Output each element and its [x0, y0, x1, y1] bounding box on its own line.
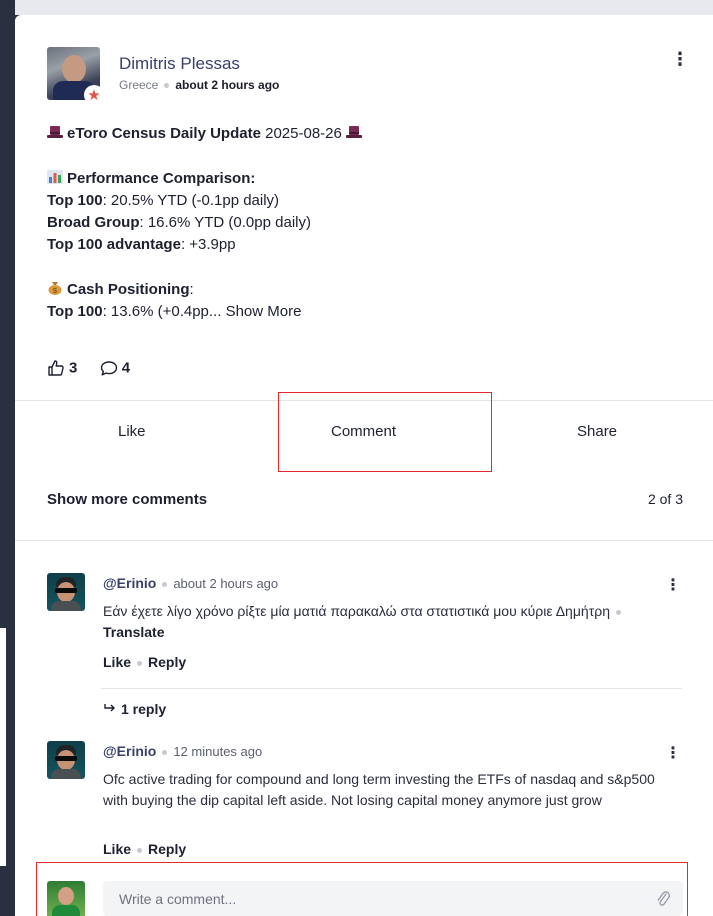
- thumbs-up-icon[interactable]: [47, 359, 65, 377]
- left-panel-edge: [0, 628, 6, 866]
- post-title-line: eToro Census Daily Update 2025-08-26: [47, 123, 687, 145]
- meta-separator: [615, 609, 621, 615]
- like-button[interactable]: Like: [118, 423, 146, 440]
- comment-header: @Erinio about 2 hours ago: [103, 575, 278, 591]
- view-replies-link[interactable]: 1 reply: [103, 701, 166, 717]
- meta-separator: [164, 83, 170, 89]
- avatar-shirt: [51, 601, 81, 611]
- advantage-line: Top 100 advantage: +3.9pp: [47, 234, 687, 256]
- bar-chart-icon: [47, 170, 63, 184]
- cash-heading: Cash Positioning: [67, 281, 190, 298]
- broad-label: Broad Group: [47, 214, 140, 231]
- share-button[interactable]: Share: [577, 423, 617, 440]
- money-bag-icon: $: [48, 282, 62, 295]
- avatar-glasses: [55, 756, 77, 761]
- cash-top100-value: : 13.6% (+0.4pp...: [102, 303, 222, 320]
- reactions-bar: 3 4: [47, 359, 130, 377]
- comment-count: 4: [121, 359, 131, 377]
- cash-top100-label: Top 100: [47, 303, 103, 320]
- comment-text: Ofc active trading for compound and long…: [103, 771, 655, 808]
- post-title: eToro Census Daily Update: [67, 125, 261, 142]
- post-body: eToro Census Daily Update 2025-08-26 Per…: [47, 123, 687, 323]
- broad-value: : 16.6% YTD (0.0pp daily): [139, 214, 311, 231]
- comment-reply-button[interactable]: Reply: [148, 654, 186, 670]
- post-date: 2025-08-26: [265, 125, 342, 142]
- comment-author[interactable]: @Erinio: [103, 743, 156, 759]
- more-options-icon[interactable]: ⋮: [671, 51, 689, 69]
- speech-bubble-icon[interactable]: [100, 359, 118, 377]
- perf-heading: Performance Comparison:: [67, 170, 256, 187]
- avatar-shirt: [51, 769, 81, 779]
- comment-header: @Erinio 12 minutes ago: [103, 743, 262, 759]
- meta-separator: [137, 660, 143, 666]
- cash-colon: :: [189, 281, 194, 298]
- comment-more-icon[interactable]: ⋮: [665, 743, 681, 762]
- top100-label: Top 100: [47, 192, 103, 209]
- post-time[interactable]: about 2 hours ago: [175, 78, 279, 92]
- cash-top100-line: Top 100: 13.6% (+0.4pp... Show More: [47, 301, 687, 323]
- translate-link[interactable]: Translate: [103, 624, 164, 640]
- comment-author[interactable]: @Erinio: [103, 575, 156, 591]
- commenter-avatar[interactable]: [47, 741, 85, 779]
- reply-divider: [101, 688, 682, 689]
- top-hat-icon: [346, 126, 363, 138]
- advantage-label: Top 100 advantage: [47, 236, 181, 253]
- comment-like-button[interactable]: Like: [103, 654, 131, 670]
- comments-pagination: 2 of 3: [647, 491, 683, 507]
- avatar-face: [62, 55, 86, 83]
- top100-value: : 20.5% YTD (-0.1pp daily): [102, 192, 280, 209]
- avatar-glasses: [55, 588, 77, 593]
- comment-time: 12 minutes ago: [173, 744, 263, 759]
- top-strip: [15, 0, 713, 15]
- commenter-avatar[interactable]: [47, 573, 85, 611]
- top-hat-icon: [47, 126, 63, 138]
- show-more-comments-link[interactable]: Show more comments: [47, 491, 207, 508]
- post-card: ★ Dimitris Plessas Greece about 2 hours a…: [15, 15, 713, 916]
- author-meta: Greece about 2 hours ago: [119, 78, 279, 92]
- comment-actions: Like Reply: [103, 841, 186, 857]
- comment-time: about 2 hours ago: [173, 576, 279, 591]
- comment-body: Εάν έχετε λίγο χρόνο ρίξτε μία ματιά παρ…: [103, 603, 610, 619]
- comment-actions: Like Reply: [103, 654, 186, 670]
- meta-separator: [137, 847, 143, 853]
- top100-line: Top 100: 20.5% YTD (-0.1pp daily): [47, 190, 687, 212]
- author-name[interactable]: Dimitris Plessas: [119, 54, 240, 74]
- post-header: ★ Dimitris Plessas Greece about 2 hours a…: [47, 47, 697, 107]
- show-more-link[interactable]: Show More: [226, 303, 302, 320]
- cash-heading-line: $ Cash Positioning:: [47, 279, 687, 301]
- star-icon: ★: [84, 85, 104, 105]
- advantage-value: : +3.9pp: [180, 236, 236, 253]
- comment-reply-button[interactable]: Reply: [148, 841, 186, 857]
- composer-highlight-box: [36, 862, 688, 916]
- comment-like-button[interactable]: Like: [103, 841, 131, 857]
- author-country: Greece: [119, 78, 159, 92]
- meta-separator: [162, 581, 168, 587]
- divider-comments: [15, 540, 713, 541]
- broad-line: Broad Group: 16.6% YTD (0.0pp daily): [47, 212, 687, 234]
- comment-more-icon[interactable]: ⋮: [665, 575, 681, 594]
- reply-count: 1 reply: [121, 701, 167, 717]
- comment-highlight-box: [278, 392, 492, 472]
- like-count: 3: [69, 359, 78, 377]
- meta-separator: [162, 749, 168, 755]
- svg-text:$: $: [53, 288, 57, 295]
- reply-arrow-icon: [104, 704, 115, 712]
- comment-text: Εάν έχετε λίγο χρόνο ρίξτε μία ματιά παρ…: [103, 601, 663, 643]
- perf-heading-line: Performance Comparison:: [47, 168, 687, 190]
